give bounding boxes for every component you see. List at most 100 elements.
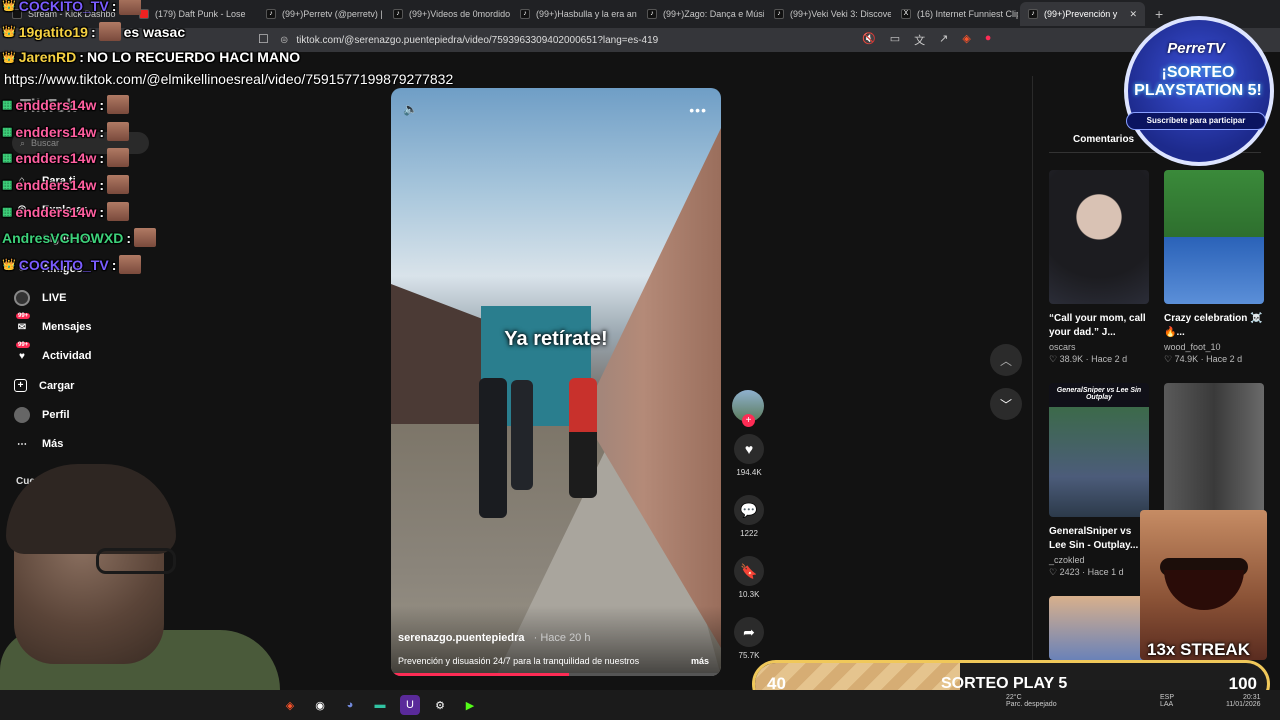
brave-shield-icon[interactable]: ◈ <box>962 32 970 48</box>
streamlabs-icon[interactable]: ▬ <box>370 695 390 715</box>
video-officer <box>511 380 533 490</box>
heart-outline-icon: ♡ <box>1164 354 1173 364</box>
browser-tab[interactable]: X (16) Internet Funniest Clip <box>893 2 1018 26</box>
like-count: 194.4K <box>736 468 762 477</box>
browser-tab[interactable]: ♪ (99+)Veki Veki 3: Discover <box>766 2 891 26</box>
chevron-down-icon: ﹀ <box>999 397 1012 412</box>
browser-tab[interactable]: ♪ (99+)Zago: Dança e Músic <box>639 2 764 26</box>
tiktok-favicon-icon: ♪ <box>774 9 784 19</box>
windows-taskbar: ◈ ◉ ◕ ▬ U ⚙ ▶ <box>0 690 1280 720</box>
chat-link-text: https://www.tiktok.com/@elmikellinoesrea… <box>4 71 454 87</box>
address-bar-actions: 🔇 ▭ 文 ↗ ◈ ● <box>862 32 991 48</box>
video-progress-bar[interactable] <box>391 673 721 676</box>
save-button[interactable]: 🔖 10.3K <box>732 556 766 599</box>
related-video-card[interactable]: Crazy celebration ☠️🔥... wood_foot_10 ♡ … <box>1164 170 1264 365</box>
video-author[interactable]: serenazgo.puentepiedra · Hace 20 h <box>398 632 590 644</box>
streak-emote <box>1140 510 1267 660</box>
webcam-hair <box>6 464 176 554</box>
chat-message: 👑 19gatito19: es wasac <box>2 22 186 41</box>
emote-icon <box>107 95 130 114</box>
more-options-icon[interactable]: ••• <box>689 102 707 118</box>
streak-label: 13x STREAK <box>1147 640 1250 659</box>
related-video-stats: ♡ 38.9K · Hace 2 d <box>1049 354 1128 364</box>
related-video-card[interactable]: GeneralSniper vs Lee Sin Outplay General… <box>1049 383 1149 578</box>
chat-username: endders14w <box>15 123 97 140</box>
site-info-icon[interactable]: ⊜ <box>280 35 288 46</box>
browser-tab[interactable]: ♪ (99+)Videos de 0mordido <box>385 2 510 26</box>
share-arrow-icon: ➦ <box>734 617 764 647</box>
like-button[interactable]: ♥ 194.4K <box>732 434 766 477</box>
language-indicator[interactable]: ESP LAA <box>1160 694 1174 708</box>
browser-tab[interactable]: ♪ (99+)Perretv (@perretv) | <box>258 2 383 26</box>
webcam-glasses <box>96 548 176 574</box>
brave-icon[interactable]: ◈ <box>280 695 300 715</box>
comment-count: 1222 <box>740 529 758 538</box>
sidebar-item-live[interactable]: LIVE <box>14 283 214 312</box>
messages-icon: ✉ 99+ <box>16 313 31 333</box>
streamer-webcam <box>0 460 280 720</box>
sub-badge-icon: ▦ <box>2 152 13 164</box>
sub-badge-icon: ▦ <box>2 126 13 138</box>
tiktok-favicon-icon: ♪ <box>647 9 657 19</box>
video-officer <box>479 378 507 518</box>
next-video-button[interactable]: ﹀ <box>990 388 1022 420</box>
chat-username: endders14w <box>15 203 97 220</box>
share-button[interactable]: ➦ 75.7K <box>732 617 766 660</box>
chat-message: 👑 JarenRD: NO LO RECUERDO HACI MANO <box>2 49 301 65</box>
author-avatar[interactable]: + <box>732 390 764 427</box>
giveaway-title: ¡SORTEO PLAYSTATION 5! <box>1134 64 1262 99</box>
kick-icon[interactable]: ▶ <box>460 695 480 715</box>
video-thumbnail <box>1049 170 1149 304</box>
chat-message: AndresVCHOWXD: <box>2 228 157 247</box>
profile-icon <box>14 407 30 424</box>
related-video-card[interactable] <box>1049 596 1149 660</box>
related-video-user: oscars <box>1049 342 1076 352</box>
related-video-card[interactable] <box>1164 383 1264 517</box>
heart-outline-icon: ♡ <box>1049 567 1058 577</box>
more-description-button[interactable]: más <box>691 656 709 666</box>
obs-icon[interactable]: ◉ <box>310 695 330 715</box>
bookmark-icon[interactable]: ☐ <box>258 32 269 46</box>
comment-button[interactable]: 💬 1222 <box>732 495 766 538</box>
video-thumbnail <box>1049 596 1149 660</box>
sidebar-item-mensajes[interactable]: ✉ 99+ Mensajes <box>14 312 214 341</box>
cast-icon[interactable]: ▭ <box>890 32 900 48</box>
sidebar-item-actividad[interactable]: ♥ 99+ Actividad <box>14 342 214 371</box>
ubisoft-icon[interactable]: U <box>400 695 420 715</box>
extension-icon[interactable]: ● <box>985 32 992 48</box>
follow-plus-icon[interactable]: + <box>742 414 755 427</box>
crown-badge-icon: 👑 <box>2 0 16 12</box>
crown-badge-icon: 👑 <box>2 26 16 38</box>
chevron-up-icon: ︿ <box>999 353 1012 368</box>
tiktok-favicon-icon: ♪ <box>520 9 530 19</box>
chat-message: ▦ endders14w: <box>2 122 130 141</box>
crown-badge-icon: 👑 <box>2 259 16 271</box>
sidebar-item-cargar[interactable]: + Cargar <box>14 371 214 400</box>
emote-icon <box>119 0 142 15</box>
discord-icon[interactable]: ◕ <box>340 695 360 715</box>
more-icon: ⋯ <box>17 438 27 450</box>
share-icon[interactable]: ↗ <box>939 32 948 48</box>
emote-mouth <box>1164 570 1244 610</box>
settings-icon[interactable]: ⚙ <box>430 695 450 715</box>
sub-badge-icon: ▦ <box>2 179 13 191</box>
browser-tab[interactable]: ♪ (99+)Hasbulla y la era ant <box>512 2 637 26</box>
weather-widget[interactable]: 22°C Parc. despejado <box>1006 694 1057 708</box>
heart-outline-icon: ♡ <box>1049 354 1058 364</box>
volume-icon[interactable]: 🔈 <box>403 102 418 116</box>
video-player[interactable]: Ya retírate! 🔈 ••• serenazgo.puentepiedr… <box>391 88 721 676</box>
save-count: 10.3K <box>738 590 760 599</box>
emote-icon <box>107 202 130 221</box>
chat-message: 👑 COCKITO_TV: <box>2 0 142 15</box>
taskbar-clock[interactable]: 20:31 11/01/2026 <box>1226 694 1261 708</box>
translate-icon[interactable]: 文 <box>914 32 925 48</box>
sidebar-item-perfil[interactable]: Perfil <box>14 400 214 429</box>
previous-video-button[interactable]: ︿ <box>990 344 1022 376</box>
sidebar-item-mas[interactable]: ⋯ Más <box>14 430 214 459</box>
url-field[interactable]: ⊜ tiktok.com/@serenazgo.puentepiedra/vid… <box>280 32 860 48</box>
related-video-card[interactable]: “Call your mom, call your dad.” J... osc… <box>1049 170 1149 365</box>
mute-site-icon[interactable]: 🔇 <box>862 32 876 48</box>
emote-icon <box>98 22 121 41</box>
chat-username: AndresVCHOWXD <box>2 229 124 246</box>
chat-message: ▦ endders14w: <box>2 175 130 194</box>
